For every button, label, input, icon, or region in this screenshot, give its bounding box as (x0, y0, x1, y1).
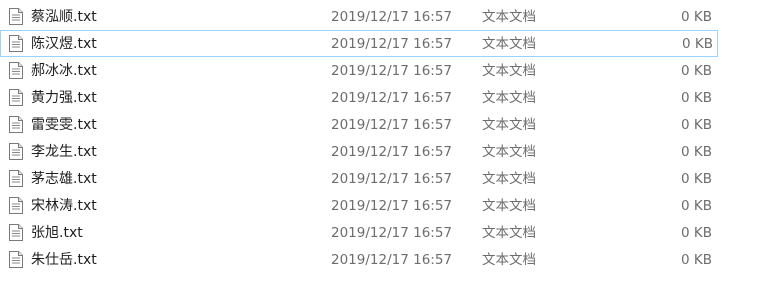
file-row[interactable]: 雷雯雯.txt 2019/12/17 16:57 文本文档 0 KB (0, 111, 763, 138)
file-size: 0 KB (681, 144, 712, 160)
file-row-selected[interactable]: 陈汉煜.txt 2019/12/17 16:57 文本文档 0 KB (0, 30, 718, 57)
file-type: 文本文档 (482, 9, 536, 25)
file-size: 0 KB (681, 198, 712, 214)
file-modified-date: 2019/12/17 16:57 (331, 117, 453, 133)
file-type: 文本文档 (482, 171, 536, 187)
file-type: 文本文档 (482, 36, 536, 52)
text-document-icon (9, 8, 23, 25)
file-modified-date: 2019/12/17 16:57 (331, 225, 453, 241)
file-row[interactable]: 郝冰冰.txt 2019/12/17 16:57 文本文档 0 KB (0, 57, 763, 84)
text-document-icon (9, 251, 23, 268)
file-size: 0 KB (681, 90, 712, 106)
file-type: 文本文档 (482, 252, 536, 268)
file-modified-date: 2019/12/17 16:57 (331, 144, 453, 160)
file-name[interactable]: 雷雯雯.txt (31, 116, 97, 134)
file-type: 文本文档 (482, 225, 536, 241)
file-name[interactable]: 郝冰冰.txt (31, 62, 97, 80)
file-size: 0 KB (681, 117, 712, 133)
text-document-icon (9, 170, 23, 187)
file-name[interactable]: 黄力强.txt (31, 89, 97, 107)
file-size: 0 KB (681, 171, 712, 187)
text-document-icon (9, 197, 23, 214)
text-document-icon (9, 35, 23, 52)
file-modified-date: 2019/12/17 16:57 (331, 36, 453, 52)
file-type: 文本文档 (482, 117, 536, 133)
file-name[interactable]: 张旭.txt (31, 224, 83, 242)
file-name[interactable]: 陈汉煜.txt (31, 35, 97, 53)
file-size: 0 KB (681, 225, 712, 241)
text-document-icon (9, 143, 23, 160)
file-row[interactable]: 朱仕岳.txt 2019/12/17 16:57 文本文档 0 KB (0, 246, 763, 273)
text-document-icon (9, 89, 23, 106)
file-name[interactable]: 宋林涛.txt (31, 197, 97, 215)
file-modified-date: 2019/12/17 16:57 (331, 198, 453, 214)
file-size: 0 KB (681, 63, 712, 79)
file-row[interactable]: 茅志雄.txt 2019/12/17 16:57 文本文档 0 KB (0, 165, 763, 192)
file-modified-date: 2019/12/17 16:57 (331, 252, 453, 268)
file-modified-date: 2019/12/17 16:57 (331, 9, 453, 25)
text-document-icon (9, 224, 23, 241)
file-list: 蔡泓顺.txt 2019/12/17 16:57 文本文档 0 KB 陈汉煜.t… (0, 3, 763, 273)
file-name[interactable]: 李龙生.txt (31, 143, 97, 161)
file-row[interactable]: 李龙生.txt 2019/12/17 16:57 文本文档 0 KB (0, 138, 763, 165)
file-row[interactable]: 宋林涛.txt 2019/12/17 16:57 文本文档 0 KB (0, 192, 763, 219)
text-document-icon (9, 116, 23, 133)
file-name[interactable]: 蔡泓顺.txt (31, 8, 97, 26)
file-modified-date: 2019/12/17 16:57 (331, 63, 453, 79)
file-size: 0 KB (681, 252, 712, 268)
file-modified-date: 2019/12/17 16:57 (331, 90, 453, 106)
file-type: 文本文档 (482, 63, 536, 79)
file-type: 文本文档 (482, 198, 536, 214)
file-row[interactable]: 蔡泓顺.txt 2019/12/17 16:57 文本文档 0 KB (0, 3, 763, 30)
file-name[interactable]: 朱仕岳.txt (31, 251, 97, 269)
file-size: 0 KB (682, 36, 713, 52)
file-type: 文本文档 (482, 90, 536, 106)
file-name[interactable]: 茅志雄.txt (31, 170, 97, 188)
text-document-icon (9, 62, 23, 79)
file-size: 0 KB (681, 9, 712, 25)
file-row[interactable]: 张旭.txt 2019/12/17 16:57 文本文档 0 KB (0, 219, 763, 246)
file-modified-date: 2019/12/17 16:57 (331, 171, 453, 187)
file-type: 文本文档 (482, 144, 536, 160)
file-row[interactable]: 黄力强.txt 2019/12/17 16:57 文本文档 0 KB (0, 84, 763, 111)
